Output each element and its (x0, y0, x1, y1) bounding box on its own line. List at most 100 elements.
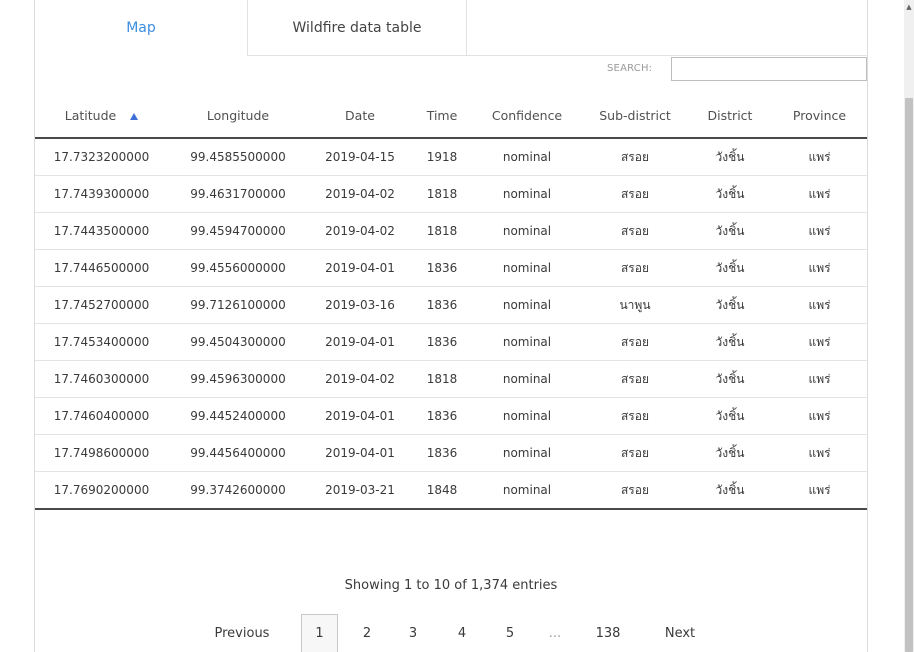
pagination-page-5[interactable]: 5 (496, 614, 524, 652)
cell-subdistrict: สรอย (582, 471, 688, 510)
wildfire-panel: Map Wildfire data table SEARCH: Latitude… (34, 0, 868, 652)
column-header-district[interactable]: District (688, 93, 772, 139)
cell-district: วังชิ้น (688, 175, 772, 213)
cell-time: 1918 (412, 138, 472, 176)
cell-date: 2019-04-02 (308, 212, 412, 250)
table-row: 17.7460300000 99.4596300000 2019-04-02 1818… (35, 360, 867, 398)
cell-subdistrict: สรอย (582, 175, 688, 213)
table-row: 17.7446500000 99.4556000000 2019-04-01 1836… (35, 249, 867, 287)
cell-province: แพร่ (772, 175, 867, 213)
cell-longitude: 99.4594700000 (168, 212, 308, 250)
search-input[interactable] (671, 57, 867, 81)
cell-subdistrict: สรอย (582, 397, 688, 435)
cell-province: แพร่ (772, 212, 867, 250)
cell-subdistrict: นาพูน (582, 286, 688, 324)
cell-province: แพร่ (772, 249, 867, 287)
cell-subdistrict: สรอย (582, 249, 688, 287)
cell-district: วังชิ้น (688, 286, 772, 324)
cell-longitude: 99.4452400000 (168, 397, 308, 435)
cell-date: 2019-04-01 (308, 249, 412, 287)
column-header-confidence[interactable]: Confidence (472, 93, 582, 139)
cell-time: 1836 (412, 286, 472, 324)
cell-confidence: nominal (472, 249, 582, 287)
cell-district: วังชิ้น (688, 323, 772, 361)
cell-confidence: nominal (472, 434, 582, 472)
cell-province: แพร่ (772, 360, 867, 398)
cell-latitude: 17.7460400000 (35, 397, 168, 435)
cell-province: แพร่ (772, 471, 867, 510)
cell-longitude: 99.4456400000 (168, 434, 308, 472)
search-label: SEARCH: (607, 63, 653, 74)
cell-longitude: 99.3742600000 (168, 471, 308, 510)
cell-time: 1818 (412, 212, 472, 250)
cell-subdistrict: สรอย (582, 434, 688, 472)
column-header-longitude[interactable]: Longitude (168, 93, 308, 139)
cell-subdistrict: สรอย (582, 360, 688, 398)
cell-longitude: 99.4631700000 (168, 175, 308, 213)
cell-latitude: 17.7498600000 (35, 434, 168, 472)
table-info: Showing 1 to 10 of 1,374 entries (344, 578, 558, 593)
pagination-previous[interactable]: Previous (201, 614, 283, 652)
table-row: 17.7453400000 99.4504300000 2019-04-01 1836… (35, 323, 867, 361)
tab-bar-divider (467, 55, 867, 56)
cell-confidence: nominal (472, 286, 582, 324)
scrollbar-thumb[interactable] (905, 98, 913, 652)
cell-longitude: 99.7126100000 (168, 286, 308, 324)
wildfire-data-table: Latitude Longitude Date Time Confidence … (35, 93, 867, 510)
cell-province: แพร่ (772, 286, 867, 324)
scroll-up-arrow-icon[interactable]: ▲ (904, 0, 914, 14)
pagination-ellipsis: ... (548, 625, 562, 641)
cell-confidence: nominal (472, 323, 582, 361)
pagination-page-last[interactable]: 138 (588, 614, 628, 652)
pagination-page-1[interactable]: 1 (301, 614, 338, 652)
cell-confidence: nominal (472, 138, 582, 176)
cell-district: วังชิ้น (688, 360, 772, 398)
pagination-next[interactable]: Next (655, 614, 705, 652)
tab-map[interactable]: Map (35, 0, 248, 56)
pagination: Previous 1 2 3 4 5 ... 138 Next (35, 614, 867, 652)
cell-time: 1836 (412, 323, 472, 361)
table-row: 17.7498600000 99.4456400000 2019-04-01 1836… (35, 434, 867, 472)
column-header-province[interactable]: Province (772, 93, 867, 139)
cell-confidence: nominal (472, 212, 582, 250)
cell-confidence: nominal (472, 360, 582, 398)
table-row: 17.7439300000 99.4631700000 2019-04-02 1818… (35, 175, 867, 213)
cell-district: วังชิ้น (688, 397, 772, 435)
cell-longitude: 99.4596300000 (168, 360, 308, 398)
pagination-page-3[interactable]: 3 (399, 614, 427, 652)
cell-province: แพร่ (772, 138, 867, 176)
cell-latitude: 17.7460300000 (35, 360, 168, 398)
cell-latitude: 17.7452700000 (35, 286, 168, 324)
cell-district: วังชิ้น (688, 249, 772, 287)
vertical-scrollbar[interactable]: ▲ (904, 0, 914, 652)
cell-latitude: 17.7690200000 (35, 471, 168, 510)
table-row: 17.7460400000 99.4452400000 2019-04-01 1836… (35, 397, 867, 435)
column-header-date[interactable]: Date (308, 93, 412, 139)
cell-time: 1836 (412, 434, 472, 472)
cell-district: วังชิ้น (688, 212, 772, 250)
cell-province: แพร่ (772, 397, 867, 435)
pagination-page-4[interactable]: 4 (448, 614, 476, 652)
cell-longitude: 99.4556000000 (168, 249, 308, 287)
cell-time: 1836 (412, 397, 472, 435)
cell-confidence: nominal (472, 397, 582, 435)
cell-district: วังชิ้น (688, 138, 772, 176)
table-row: 17.7690200000 99.3742600000 2019-03-21 1848… (35, 471, 867, 510)
table-header-row: Latitude Longitude Date Time Confidence … (35, 93, 867, 139)
cell-date: 2019-04-01 (308, 434, 412, 472)
cell-district: วังชิ้น (688, 434, 772, 472)
cell-latitude: 17.7443500000 (35, 212, 168, 250)
column-header-subdistrict[interactable]: Sub-district (582, 93, 688, 139)
column-header-latitude[interactable]: Latitude (35, 93, 168, 139)
cell-confidence: nominal (472, 175, 582, 213)
cell-time: 1848 (412, 471, 472, 510)
cell-date: 2019-04-02 (308, 175, 412, 213)
tab-wildfire-data-table[interactable]: Wildfire data table (248, 0, 467, 56)
cell-date: 2019-04-15 (308, 138, 412, 176)
column-header-time[interactable]: Time (412, 93, 472, 139)
pagination-page-2[interactable]: 2 (353, 614, 381, 652)
cell-date: 2019-03-16 (308, 286, 412, 324)
cell-date: 2019-04-01 (308, 323, 412, 361)
cell-time: 1818 (412, 360, 472, 398)
cell-longitude: 99.4504300000 (168, 323, 308, 361)
